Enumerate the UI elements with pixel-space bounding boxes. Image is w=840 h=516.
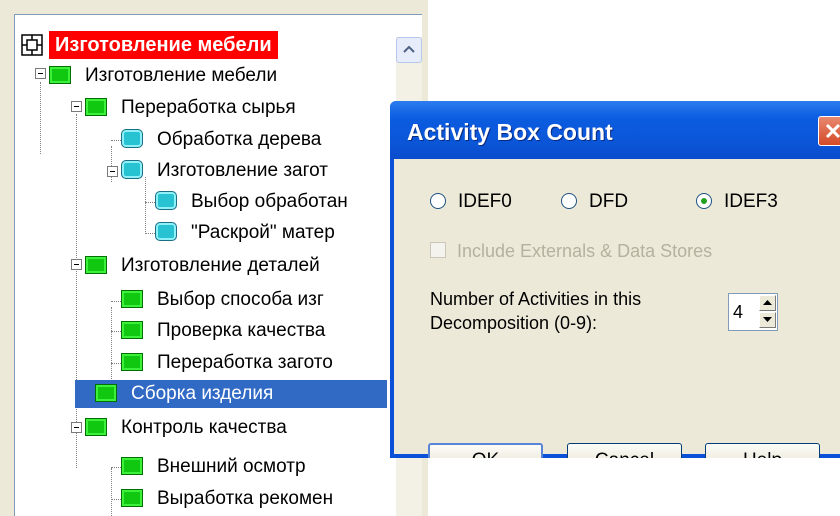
collapse-toggle[interactable] bbox=[107, 166, 118, 177]
radio-label: DFD bbox=[589, 191, 629, 212]
tree-item[interactable]: "Раскрой" матер bbox=[155, 219, 339, 247]
close-icon bbox=[825, 123, 840, 139]
diagram-root-icon bbox=[21, 34, 43, 56]
activity-box-icon bbox=[121, 488, 143, 507]
tree-item[interactable]: Выбор обработан bbox=[155, 188, 352, 216]
collapse-toggle[interactable] bbox=[71, 101, 82, 112]
dialog-title-bar[interactable]: Activity Box Count bbox=[390, 101, 840, 159]
collapse-toggle[interactable] bbox=[71, 259, 82, 270]
activity-box-icon bbox=[121, 320, 143, 339]
chevron-up-icon bbox=[403, 45, 415, 53]
activities-label-line: Number of Activities in this bbox=[430, 289, 642, 309]
tree-line bbox=[76, 114, 77, 282]
collapse-toggle[interactable] bbox=[35, 68, 46, 79]
radio-circle bbox=[430, 193, 446, 209]
tree-item-label: Переработка сырья bbox=[121, 97, 296, 118]
tree-item-label: Выбор обработан bbox=[191, 191, 348, 212]
tree-item-label: Внешний осмотр bbox=[157, 456, 306, 477]
activity-tree[interactable]: Изготовление мебели Изготовление мебели … bbox=[14, 14, 422, 516]
activity-box-icon bbox=[121, 456, 143, 475]
activities-count-stepper[interactable]: 4 bbox=[728, 293, 778, 331]
tree-line bbox=[145, 177, 146, 232]
radio-circle bbox=[561, 193, 577, 209]
tree-item[interactable]: Проверка качества bbox=[121, 317, 329, 345]
diagram-tree-panel: Изготовление мебели Изготовление мебели … bbox=[0, 0, 428, 516]
unit-of-work-icon bbox=[121, 160, 143, 180]
tree-item-label: Изготовление загот bbox=[157, 160, 328, 181]
tree-item[interactable]: Внешний осмотр bbox=[121, 453, 310, 481]
tree-item[interactable]: Изготовление деталей bbox=[85, 252, 324, 280]
tree-item[interactable]: Переработка загото bbox=[121, 349, 337, 377]
radio-selected-dot bbox=[701, 198, 707, 204]
activity-box-icon bbox=[121, 352, 143, 371]
ok-button[interactable]: OK bbox=[428, 443, 543, 458]
tree-item-selected[interactable]: Сборка изделия bbox=[75, 380, 387, 408]
spin-up-button[interactable] bbox=[759, 295, 776, 311]
tree-item-label: Выбор способа изг bbox=[157, 289, 324, 310]
radio-label: IDEF0 bbox=[458, 191, 512, 212]
tree-item-label: Изготовление деталей bbox=[121, 255, 320, 276]
tree-item-label: Обработка дерева bbox=[157, 129, 322, 150]
tree-line bbox=[76, 283, 77, 468]
tree-item[interactable]: Переработка сырья bbox=[85, 94, 300, 122]
checkbox-box bbox=[430, 242, 446, 258]
tree-item-label: "Раскрой" матер bbox=[191, 222, 335, 243]
tree-item[interactable]: Изготовление загот bbox=[121, 157, 332, 185]
tree-item-label: Изготовление мебели bbox=[85, 65, 278, 86]
activities-label-line: Decomposition (0-9): bbox=[430, 313, 598, 333]
activity-box-icon bbox=[95, 383, 117, 402]
triangle-down-icon bbox=[763, 317, 772, 322]
radio-label: IDEF3 bbox=[724, 191, 778, 212]
tree-item-label: Выработка рекомен bbox=[157, 488, 334, 509]
activity-box-icon bbox=[85, 97, 107, 116]
unit-of-work-icon bbox=[155, 191, 177, 211]
activity-box-icon bbox=[85, 417, 107, 436]
cancel-button[interactable]: Cancel bbox=[567, 443, 682, 458]
tree-item-label: Контроль качества bbox=[121, 417, 287, 438]
activity-box-icon bbox=[85, 255, 107, 274]
collapse-toggle[interactable] bbox=[71, 422, 82, 433]
activity-box-icon bbox=[49, 65, 71, 84]
close-button[interactable] bbox=[818, 116, 840, 146]
radio-circle bbox=[696, 193, 712, 209]
spin-down-button[interactable] bbox=[759, 312, 776, 328]
unit-of-work-icon bbox=[155, 222, 177, 242]
checkbox-label: Include Externals & Data Stores bbox=[457, 241, 713, 261]
tree-item[interactable]: Выработка рекомен bbox=[121, 485, 337, 513]
tree-root-item[interactable]: Изготовление мебели bbox=[21, 31, 278, 59]
tree-line bbox=[40, 82, 41, 154]
triangle-up-icon bbox=[763, 300, 772, 305]
tree-canvas: Изготовление мебели Изготовление мебели … bbox=[15, 15, 405, 516]
help-button[interactable]: Help bbox=[705, 443, 820, 458]
activities-count-label: Number of Activities in this Decompositi… bbox=[430, 287, 730, 335]
scroll-up-button[interactable] bbox=[396, 37, 422, 63]
activity-box-icon bbox=[121, 289, 143, 308]
activities-count-value: 4 bbox=[733, 302, 744, 322]
tree-item-label: Проверка качества bbox=[157, 320, 326, 341]
tree-item-label: Сборка изделия bbox=[131, 383, 274, 404]
unit-of-work-icon bbox=[121, 129, 143, 149]
tree-item-label: Переработка загото bbox=[157, 352, 333, 373]
tree-item-label: Изготовление мебели bbox=[49, 31, 278, 59]
dialog-title: Activity Box Count bbox=[407, 119, 613, 145]
dialog-body: IDEF0 DFD IDEF3 Include Externals & Data… bbox=[394, 159, 840, 458]
tree-line bbox=[111, 468, 112, 516]
tree-item[interactable]: Изготовление мебели bbox=[49, 62, 281, 90]
tree-item[interactable]: Выбор способа изг bbox=[121, 286, 328, 314]
tree-item[interactable]: Обработка дерева bbox=[121, 126, 325, 154]
tree-item[interactable]: Контроль качества bbox=[85, 414, 291, 442]
activity-box-count-dialog: Activity Box Count IDEF0 DFD IDEF3 Inclu… bbox=[390, 101, 840, 458]
